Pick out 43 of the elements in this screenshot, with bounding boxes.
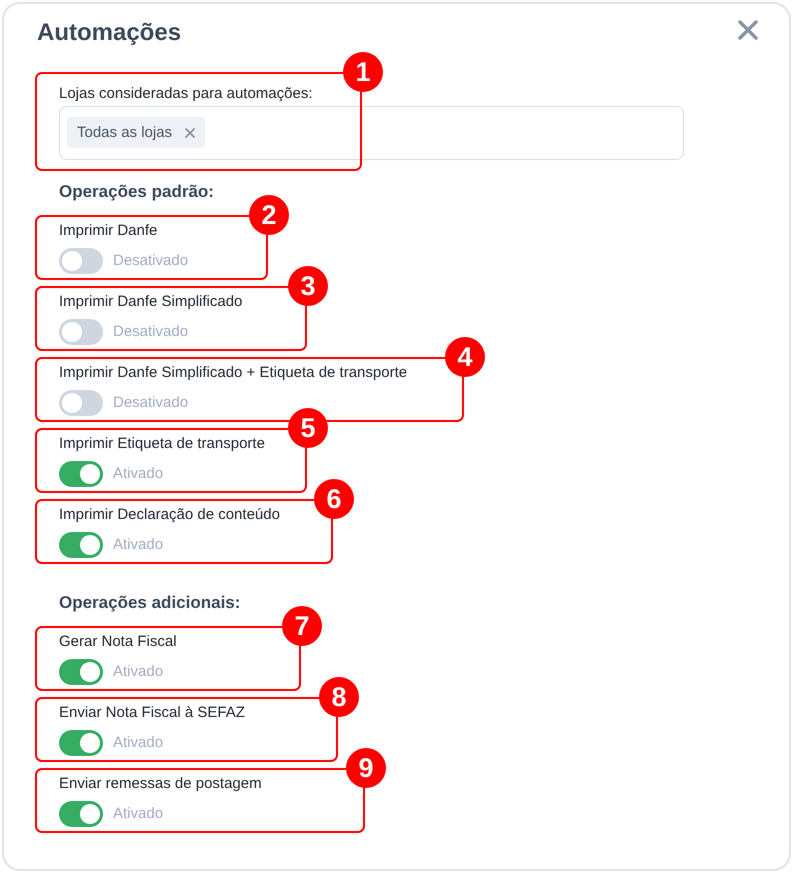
toggle-status-text: Ativado: [113, 464, 164, 484]
toggle-status-text: Ativado: [113, 535, 164, 555]
callout-number: 4: [445, 337, 485, 377]
callout-number: 6: [314, 479, 354, 519]
toggle-switch[interactable]: [59, 319, 103, 345]
toggle-switch[interactable]: [59, 390, 103, 416]
option-label: Imprimir Etiqueta de transporte: [59, 434, 266, 454]
callout-number: 3: [288, 266, 328, 306]
toggle-switch[interactable]: [59, 532, 103, 558]
field-label: Lojas consideradas para automações:: [59, 84, 314, 104]
toggle-status-text: Desativado: [113, 393, 188, 413]
toggle-status-text: Ativado: [113, 662, 164, 682]
toggle-status-text: Ativado: [113, 804, 164, 824]
section-heading: Operações padrão:: [58, 181, 215, 203]
toggle-switch[interactable]: [59, 659, 103, 685]
callout-number: 8: [319, 677, 359, 717]
modal-title: Automações: [37, 18, 182, 48]
callout-number: 2: [249, 195, 289, 235]
toggle-status-text: Desativado: [113, 251, 188, 271]
store-select-field[interactable]: Todas as lojas: [59, 106, 684, 160]
option-label: Imprimir Danfe Simplificado: [59, 292, 244, 312]
remove-tag-button[interactable]: [185, 128, 196, 138]
toggle-status-text: Ativado: [113, 733, 164, 753]
option-label: Imprimir Danfe: [59, 221, 158, 241]
toggle-switch[interactable]: [59, 461, 103, 487]
close-icon: [185, 128, 196, 138]
option-label: Gerar Nota Fiscal: [59, 632, 178, 652]
option-label: Imprimir Danfe Simplificado + Etiqueta de transporte: [59, 363, 408, 383]
toggle-switch[interactable]: [59, 801, 103, 827]
callout-number: 5: [288, 408, 328, 448]
callout-number: 1: [343, 52, 383, 92]
close-button[interactable]: [736, 18, 760, 42]
callout-number: 7: [282, 606, 322, 646]
section-heading: Operações adicionais:: [58, 592, 242, 614]
option-label: Imprimir Declaração de conteúdo: [59, 505, 281, 525]
option-label: Enviar remessas de postagem: [59, 774, 263, 794]
close-icon: [738, 20, 758, 40]
tag-label: Todas as lojas: [77, 122, 172, 142]
toggle-switch[interactable]: [59, 730, 103, 756]
toggle-status-text: Desativado: [113, 322, 188, 342]
callout-number: 9: [346, 748, 386, 788]
option-label: Enviar Nota Fiscal à SEFAZ: [59, 703, 246, 723]
toggle-switch[interactable]: [59, 248, 103, 274]
